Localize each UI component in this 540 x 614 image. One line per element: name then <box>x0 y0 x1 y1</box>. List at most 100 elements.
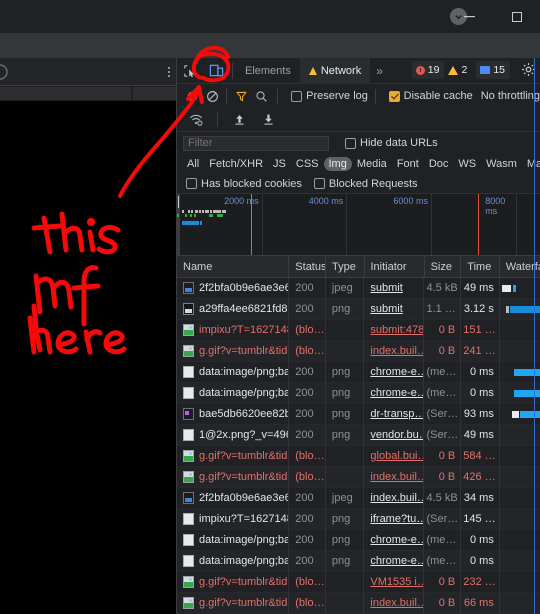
blocked-requests-checkbox[interactable]: Blocked Requests <box>313 178 418 190</box>
magnifier-search-icon[interactable] <box>252 83 270 109</box>
initiator-link[interactable]: VM1535 i… <box>370 576 423 588</box>
tab-network[interactable]: Network <box>299 57 371 84</box>
error-count-badge[interactable]: 19 <box>411 61 445 79</box>
cell-name[interactable]: g.gif?v=tumblr&tid… <box>177 592 290 614</box>
hide-data-urls-checkbox[interactable]: Hide data URLs <box>345 137 438 149</box>
overview-left-handle[interactable] <box>177 194 180 255</box>
cell-name[interactable]: g.gif?v=tumblr&tid… <box>177 571 290 593</box>
column-header-time[interactable]: Time <box>461 255 500 278</box>
throttling-select[interactable]: No throttling <box>481 90 540 102</box>
funnel-filter-icon[interactable] <box>232 83 250 109</box>
cell-name[interactable]: data:image/png;bas… <box>177 550 290 572</box>
initiator-link[interactable]: index.buil… <box>370 471 423 483</box>
type-filter-ws[interactable]: WS <box>453 157 481 171</box>
initiator-link[interactable]: chrome-e… <box>370 534 423 546</box>
requests-table-body[interactable]: 2f2bfa0b9e6ae3e6e…200jpegsubmit4.5 kB49 … <box>177 277 540 614</box>
type-filter-manifest[interactable]: Manifest <box>522 157 540 171</box>
network-overview-timeline[interactable]: 2000 ms 4000 ms 6000 ms 8000 ms <box>177 194 540 256</box>
initiator-link[interactable]: iframe?tu… <box>370 513 423 525</box>
cell-initiator[interactable]: dr-transp… <box>364 403 425 425</box>
preserve-log-checkbox[interactable]: Preserve log <box>291 90 368 102</box>
table-row[interactable]: data:image/png;bas…200png chrome-e…(me…0 … <box>177 529 540 551</box>
cell-name[interactable]: impixu?T=16271482… <box>177 319 290 341</box>
tab-elements[interactable]: Elements <box>236 58 300 84</box>
column-header-type[interactable]: Type <box>326 255 365 278</box>
initiator-link[interactable]: vendor.bu… <box>370 429 423 441</box>
initiator-link[interactable]: chrome-e… <box>370 366 423 378</box>
export-har-icon[interactable] <box>255 107 281 133</box>
cell-name[interactable]: g.gif?v=tumblr&tid… <box>177 445 290 467</box>
table-row[interactable]: data:image/png;bas…200png chrome-e…(me…0 … <box>177 550 540 572</box>
table-row[interactable]: g.gif?v=tumblr&tid…(blo… VM1535 i…0 B232 … <box>177 571 540 593</box>
table-row[interactable]: 2f2bfa0b9e6ae3e6e…200jpeg submit 4.5 kB49 … <box>177 277 540 299</box>
page-input-field[interactable] <box>0 87 131 100</box>
cell-name[interactable]: impixu?T=16271482… <box>177 508 290 530</box>
type-filter-fetch-xhr[interactable]: Fetch/XHR <box>204 157 268 171</box>
cell-initiator[interactable]: chrome-e… <box>364 529 425 551</box>
type-filter-img[interactable]: Img <box>323 157 352 171</box>
column-header-name[interactable]: Name <box>177 255 290 278</box>
cell-initiator[interactable]: index.buil… <box>364 466 425 488</box>
initiator-link[interactable]: index.buil… <box>370 597 423 609</box>
cell-initiator[interactable]: index.buil… <box>364 487 425 509</box>
cell-name[interactable]: g.gif?v=tumblr&tid… <box>177 340 290 362</box>
cell-name[interactable]: 2f2bfa0b9e6ae3e6e… <box>177 487 290 509</box>
table-row[interactable]: impixu?T=16271482…(blo… submit:4780 B151 … <box>177 319 540 341</box>
cell-initiator[interactable]: chrome-e… <box>364 382 425 404</box>
table-row[interactable]: a29ffa4ee6821fd80…200png submit 1.1 …3.12 … <box>177 298 540 320</box>
table-row[interactable]: bae5db6620ee82be…200png dr-transp…(Ser…93… <box>177 403 540 425</box>
cell-initiator[interactable]: chrome-e… <box>364 550 425 572</box>
device-toolbar-toggle-button[interactable] <box>203 58 229 84</box>
initiator-link[interactable]: submit <box>370 282 402 294</box>
throttling-wifi-icon[interactable] <box>183 107 209 133</box>
clear-no-entry-icon[interactable] <box>203 83 221 109</box>
has-blocked-cookies-checkbox[interactable]: Has blocked cookies <box>186 178 302 190</box>
page-input-field-secondary[interactable] <box>133 87 176 100</box>
table-row[interactable]: g.gif?v=tumblr&tid…(blo… index.buil…0 B24… <box>177 340 540 362</box>
message-count-badge[interactable]: 15 <box>476 61 510 79</box>
cell-initiator[interactable]: vendor.bu… <box>364 424 425 446</box>
cell-initiator[interactable]: index.buil… <box>364 340 425 362</box>
type-filter-all[interactable]: All <box>182 157 204 171</box>
warning-count-badge[interactable]: 2 <box>448 61 472 79</box>
cell-initiator[interactable]: global.bui… <box>364 445 425 467</box>
table-row[interactable]: 1@2x.png?_v=496a…200png vendor.bu…(Ser…49… <box>177 424 540 446</box>
initiator-link[interactable]: chrome-e… <box>370 387 423 399</box>
initiator-link[interactable]: submit:478 <box>370 324 423 336</box>
browser-tabstrip[interactable] <box>0 0 390 33</box>
import-har-icon[interactable] <box>226 107 252 133</box>
table-row[interactable]: impixu?T=16271482…200png iframe?tu…(Ser…1… <box>177 508 540 530</box>
cell-name[interactable]: data:image/png;bas… <box>177 361 290 383</box>
initiator-link[interactable]: index.buil… <box>370 345 423 357</box>
table-row[interactable]: data:image/png;bas…200png chrome-e…(me…0 … <box>177 361 540 383</box>
type-filter-font[interactable]: Font <box>392 157 424 171</box>
filter-input[interactable] <box>183 135 329 151</box>
column-header-initiator[interactable]: Initiator <box>365 255 425 278</box>
cell-initiator[interactable]: submit <box>364 298 425 320</box>
cell-initiator[interactable]: submit:478 <box>364 319 425 341</box>
page-more-vertical-icon[interactable] <box>163 62 175 82</box>
cell-initiator[interactable]: VM1535 i… <box>364 571 425 593</box>
cell-name[interactable]: data:image/png;bas… <box>177 382 290 404</box>
table-row[interactable]: 2f2bfa0b9e6ae3e6e…200jpeg index.buil…4.5 … <box>177 487 540 509</box>
table-row[interactable]: g.gif?v=tumblr&tid…(blo… index.buil…0 B66… <box>177 592 540 614</box>
column-header-size[interactable]: Size <box>425 255 462 278</box>
cell-initiator[interactable]: submit <box>364 277 425 299</box>
type-filter-js[interactable]: JS <box>268 157 291 171</box>
type-filter-doc[interactable]: Doc <box>424 157 454 171</box>
initiator-link[interactable]: dr-transp… <box>370 408 423 420</box>
disable-cache-checkbox[interactable]: Disable cache <box>388 90 473 102</box>
cell-name[interactable]: 2f2bfa0b9e6ae3e6e… <box>177 277 290 299</box>
window-maximize-button[interactable] <box>494 0 540 33</box>
cell-initiator[interactable]: iframe?tu… <box>364 508 425 530</box>
cell-name[interactable]: data:image/png;bas… <box>177 529 290 551</box>
cell-name[interactable]: bae5db6620ee82be… <box>177 403 290 425</box>
window-minimize-button[interactable] <box>446 0 492 33</box>
initiator-link[interactable]: submit <box>370 303 402 315</box>
table-row[interactable]: g.gif?v=tumblr&tid…(blo… index.buil…0 B42… <box>177 466 540 488</box>
record-stop-icon[interactable] <box>183 83 201 109</box>
cell-initiator[interactable]: chrome-e… <box>364 361 425 383</box>
inspect-element-icon[interactable] <box>177 58 203 84</box>
column-header-status[interactable]: Status <box>289 255 326 278</box>
table-row[interactable]: data:image/png;bas…200png chrome-e…(me…0 … <box>177 382 540 404</box>
